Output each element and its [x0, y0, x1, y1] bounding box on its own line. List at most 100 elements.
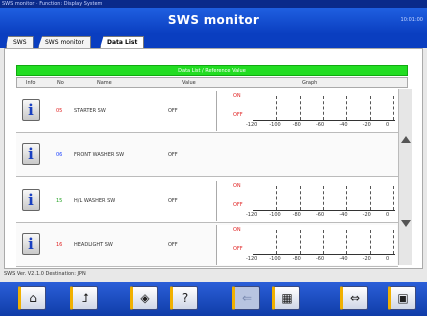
breadcrumb: SWS SWS monitor Data List: [0, 34, 427, 48]
graph-on-label: ON: [233, 93, 241, 99]
graph-baseline: [253, 254, 395, 255]
graph-tick-label: -80: [292, 122, 301, 128]
graph-gridline: [393, 230, 394, 254]
graph-baseline: [253, 120, 395, 121]
app-header: SWS monitor 10:01:00: [0, 8, 427, 34]
header-clock: 10:01:00: [400, 17, 423, 23]
scroll-up-icon[interactable]: [401, 136, 411, 143]
graph-off-label: OFF: [233, 246, 243, 252]
item-name: FRONT WASHER SW: [74, 152, 125, 158]
item-number: 16: [56, 242, 63, 248]
item-value: OFF: [168, 242, 178, 248]
col-value: Value: [182, 80, 196, 86]
data-list-panel: Data List / Reference Value Info No Name…: [4, 48, 423, 269]
graph-tick-label: -60: [316, 212, 325, 218]
graph-baseline: [253, 210, 395, 211]
breadcrumb-sws-monitor[interactable]: SWS monitor: [38, 36, 91, 48]
graph-gridline: [346, 96, 348, 120]
column-header: Info No Name Value Graph: [16, 77, 408, 88]
graph-gridline: [299, 186, 301, 210]
col-info: Info: [26, 80, 36, 86]
graph-gridline: [346, 230, 348, 254]
table-row: i 16 HEADLIGHT SW OFF ON OFF -120 -100 -80 -60 -40…: [16, 223, 398, 267]
prev-page-icon[interactable]: ⇐: [232, 286, 260, 310]
app-window: SWS monitor · Function: Display System S…: [0, 0, 427, 316]
col-graph: Graph: [302, 80, 318, 86]
signal-graph: ON OFF -120 -100 -80 -60 -40 -20 0: [216, 225, 397, 265]
graph-gridline: [393, 96, 394, 120]
help-icon[interactable]: ?: [170, 286, 198, 310]
info-button[interactable]: i: [22, 189, 40, 211]
col-name: Name: [97, 80, 112, 86]
window-title: SWS monitor · Function: Display System: [0, 0, 427, 8]
graph-tick-label: -20: [362, 122, 371, 128]
graph-gridline: [299, 230, 301, 254]
graph-gridline: [369, 96, 371, 120]
graph-gridline: [276, 230, 278, 254]
info-button[interactable]: i: [22, 143, 40, 165]
bottom-toolbar: ⌂ ⮥ ◈? ⇐ ▦ ⇔ ▣: [0, 282, 427, 316]
table-view-icon[interactable]: ▦: [272, 286, 300, 310]
graph-tick-label: -100: [269, 122, 281, 128]
home-icon[interactable]: ⌂: [18, 286, 46, 310]
graph-off-label: OFF: [233, 112, 243, 118]
graph-gridline: [369, 186, 371, 210]
back-icon[interactable]: ⮥: [70, 286, 98, 310]
info-button[interactable]: i: [22, 233, 40, 255]
item-number: 06: [56, 152, 63, 158]
breadcrumb-sws[interactable]: SWS: [6, 36, 34, 48]
table-row: i 05 STARTER SW OFF ON OFF -120 -100 -80 -60 -40 -2…: [16, 89, 398, 133]
graph-tick-label: -120: [246, 122, 258, 128]
item-name: HEADLIGHT SW: [74, 242, 113, 248]
graph-gridline: [323, 96, 324, 120]
graph-tick-label: -100: [269, 212, 281, 218]
signal-graph: ON OFF -120 -100 -80 -60 -40 -20 0: [216, 181, 397, 221]
graph-tick-label: -60: [316, 122, 325, 128]
graph-gridline: [323, 230, 324, 254]
scrollbar[interactable]: [398, 89, 412, 265]
graph-tick-label: -100: [269, 256, 281, 262]
graph-tick-label: 0: [386, 256, 390, 262]
graph-gridline: [276, 96, 278, 120]
col-no: No: [57, 80, 64, 86]
status-text: SWS Ver. V2.1.0 Destination: JPN: [4, 271, 86, 277]
data-list-banner: Data List / Reference Value: [16, 65, 408, 76]
graph-toggle-icon[interactable]: ⇔: [340, 286, 368, 310]
item-number: 15: [56, 198, 63, 204]
graph-tick-label: -60: [316, 256, 325, 262]
item-value: OFF: [168, 108, 178, 114]
graph-tick-label: -40: [339, 212, 348, 218]
graph-on-label: ON: [233, 183, 241, 189]
breadcrumb-data-list: Data List: [100, 36, 145, 48]
item-value: OFF: [168, 198, 178, 204]
capture-icon[interactable]: ◈: [130, 286, 158, 310]
graph-tick-label: -40: [339, 122, 348, 128]
scroll-down-icon[interactable]: [401, 220, 411, 227]
item-number: 05: [56, 108, 63, 114]
table-row: i 15 H/L WASHER SW OFF ON OFF -120 -100 -80 -60 -4…: [16, 179, 398, 223]
graph-gridline: [369, 230, 371, 254]
graph-gridline: [299, 96, 301, 120]
graph-gridline: [346, 186, 348, 210]
graph-tick-label: -80: [292, 256, 301, 262]
graph-tick-label: -80: [292, 212, 301, 218]
screen-icon[interactable]: ▣: [388, 286, 416, 310]
graph-tick-label: -120: [246, 212, 258, 218]
graph-tick-label: -40: [339, 256, 348, 262]
graph-gridline: [323, 186, 324, 210]
graph-tick-label: 0: [386, 122, 390, 128]
graph-off-label: OFF: [233, 202, 243, 208]
signal-graph: ON OFF -120 -100 -80 -60 -40 -20 0: [216, 91, 397, 131]
page-title: SWS monitor: [167, 13, 260, 27]
item-value: OFF: [168, 152, 178, 158]
info-button[interactable]: i: [22, 99, 40, 121]
graph-tick-label: -20: [362, 256, 371, 262]
item-name: STARTER SW: [74, 108, 106, 114]
table-row: i 06 FRONT WASHER SW OFF: [16, 133, 398, 177]
graph-gridline: [276, 186, 278, 210]
item-name: H/L WASHER SW: [74, 198, 116, 204]
graph-tick-label: -120: [246, 256, 258, 262]
graph-tick-label: -20: [362, 212, 371, 218]
graph-gridline: [393, 186, 394, 210]
graph-on-label: ON: [233, 227, 241, 233]
